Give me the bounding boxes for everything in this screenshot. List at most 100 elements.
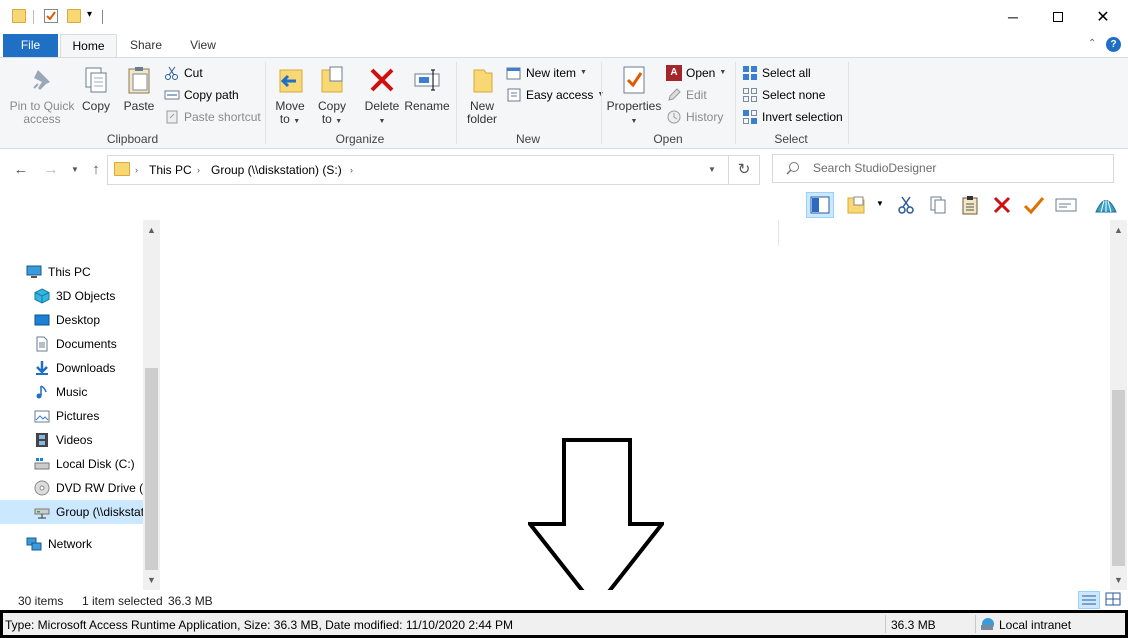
invert-selection-icon	[742, 109, 758, 125]
refresh-button[interactable]: ↻	[729, 155, 760, 185]
large-icons-view-button[interactable]	[1104, 591, 1124, 609]
nav-item-desktop[interactable]: Desktop	[0, 308, 143, 332]
group-label-open: Open	[653, 132, 683, 146]
scroll-down-icon[interactable]: ▼	[1110, 572, 1127, 589]
copy-toolbar-button[interactable]	[924, 192, 952, 218]
address-bar[interactable]: › This PC › Group (\\diskstation) (S:) ›…	[107, 155, 729, 185]
new-folder-button[interactable]: New folder	[462, 64, 502, 126]
delete-label: Delete	[364, 99, 400, 113]
properties-toolbar-button[interactable]	[1020, 192, 1048, 218]
nav-item-3d-objects[interactable]: 3D Objects	[0, 284, 143, 308]
shell-extension-button[interactable]	[1092, 192, 1120, 218]
tab-file[interactable]: File	[3, 34, 58, 57]
nav-item-pictures[interactable]: Pictures	[0, 404, 143, 428]
move-to-button[interactable]: Move to ▼	[272, 64, 308, 128]
delete-icon	[366, 64, 398, 96]
customize-quick-access-icon[interactable]: ▾	[87, 9, 92, 20]
invert-selection-button[interactable]: Invert selection	[742, 108, 843, 126]
file-list-pane[interactable]: ▲ ▼	[160, 220, 1127, 610]
scroll-up-icon[interactable]: ▲	[1110, 222, 1127, 239]
open-button[interactable]: A Open ▼	[666, 64, 726, 82]
nav-item-documents[interactable]: Documents	[0, 332, 143, 356]
minimize-button[interactable]: ─	[990, 0, 1036, 34]
new-folder-icon	[466, 64, 498, 96]
pin-label-2: access	[23, 112, 61, 126]
history-button[interactable]: History	[666, 108, 723, 126]
cut-toolbar-button[interactable]	[892, 192, 920, 218]
breadcrumb-separator-icon[interactable]: ›	[135, 156, 138, 184]
edit-button[interactable]: Edit	[666, 86, 707, 104]
cut-button[interactable]: Cut	[164, 64, 203, 82]
paste-toolbar-button[interactable]	[956, 192, 984, 218]
selected-size: 36.3 MB	[168, 594, 213, 608]
edit-label: Edit	[686, 88, 707, 102]
new-folder-quick-access-icon[interactable]	[67, 9, 81, 23]
delete-button[interactable]: Delete ▼	[362, 64, 402, 128]
easy-access-button[interactable]: Easy access ▼	[506, 86, 604, 104]
nav-item-local-disk[interactable]: Local Disk (C:)	[0, 452, 143, 476]
nav-item-music[interactable]: Music	[0, 380, 143, 404]
back-button[interactable]: ←	[10, 159, 32, 181]
breadcrumb-separator-icon[interactable]: ›	[350, 156, 353, 184]
tab-share[interactable]: Share	[120, 34, 172, 57]
monitor-icon	[26, 264, 42, 280]
close-button[interactable]: ✕	[1080, 0, 1126, 34]
folder-options-button[interactable]	[844, 192, 868, 218]
pin-to-quick-access-button[interactable]: Pin to Quick access	[6, 64, 78, 126]
up-button[interactable]: ↑	[85, 159, 107, 181]
help-icon[interactable]: ?	[1106, 37, 1121, 52]
select-all-icon	[742, 65, 758, 81]
new-item-button[interactable]: New item ▼	[506, 64, 587, 82]
annotation-arrow-icon	[528, 438, 664, 610]
scrollbar-thumb[interactable]	[1112, 390, 1125, 566]
group-label-organize: Organize	[335, 132, 385, 146]
properties-quick-access-icon[interactable]	[44, 9, 58, 23]
nav-item-label: Music	[56, 385, 88, 399]
delete-toolbar-button[interactable]	[988, 192, 1016, 218]
maximize-button[interactable]	[1035, 0, 1081, 34]
select-none-button[interactable]: Select none	[742, 86, 825, 104]
forward-button[interactable]: →	[40, 159, 62, 181]
paste-button[interactable]: Paste	[120, 64, 158, 113]
folder-icon	[114, 162, 130, 176]
network-drive-icon	[34, 504, 50, 520]
film-icon	[34, 432, 50, 448]
nav-item-this-pc[interactable]: This PC	[0, 260, 143, 284]
breadcrumb-separator-icon[interactable]: ›	[197, 156, 200, 184]
content-scrollbar[interactable]: ▲ ▼	[1110, 220, 1127, 590]
preview-pane-button[interactable]	[806, 192, 834, 218]
download-icon	[34, 360, 50, 376]
scroll-up-icon[interactable]: ▲	[143, 222, 160, 239]
collapse-ribbon-icon[interactable]: ⌃	[1088, 38, 1096, 49]
properties-button[interactable]: Properties ▼	[606, 64, 662, 128]
rename-toolbar-button[interactable]	[1052, 192, 1080, 218]
copy-to-button[interactable]: Copy to ▼	[314, 64, 350, 128]
nav-item-videos[interactable]: Videos	[0, 428, 143, 452]
nav-item-label: 3D Objects	[56, 289, 116, 303]
nav-item-network[interactable]: Network	[0, 532, 143, 556]
rename-icon	[1055, 198, 1077, 212]
address-dropdown-icon[interactable]: ▼	[708, 156, 716, 184]
paste-shortcut-label: Paste shortcut	[184, 110, 261, 124]
scrollbar-thumb[interactable]	[145, 368, 158, 570]
nav-item-dvd-drive[interactable]: DVD RW Drive (F	[0, 476, 143, 500]
select-all-button[interactable]: Select all	[742, 64, 811, 82]
copy-path-button[interactable]: Copy path	[164, 86, 239, 104]
nav-pane-scrollbar[interactable]: ▲ ▼	[143, 220, 160, 590]
details-view-button[interactable]	[1078, 591, 1100, 609]
rename-button[interactable]: Rename	[404, 64, 450, 113]
breadcrumb-this-pc[interactable]: This PC	[149, 156, 192, 184]
chevron-down-icon[interactable]: ▼	[876, 199, 884, 208]
chevron-down-icon: ▼	[378, 118, 386, 125]
breadcrumb-group-drive[interactable]: Group (\\diskstation) (S:)	[211, 156, 342, 184]
search-box[interactable]: Search StudioDesigner	[772, 154, 1114, 183]
scroll-down-icon[interactable]: ▼	[143, 572, 160, 589]
nav-item-downloads[interactable]: Downloads	[0, 356, 143, 380]
paste-shortcut-button[interactable]: Paste shortcut	[164, 108, 261, 126]
large-icons-view-icon	[1105, 592, 1121, 606]
nav-item-group-drive[interactable]: Group (\\diskstation	[0, 500, 143, 524]
recent-locations-button[interactable]: ▼	[64, 159, 86, 181]
copy-button[interactable]: Copy	[78, 64, 114, 113]
tab-view[interactable]: View	[176, 34, 230, 57]
tab-home[interactable]: Home	[60, 34, 117, 57]
